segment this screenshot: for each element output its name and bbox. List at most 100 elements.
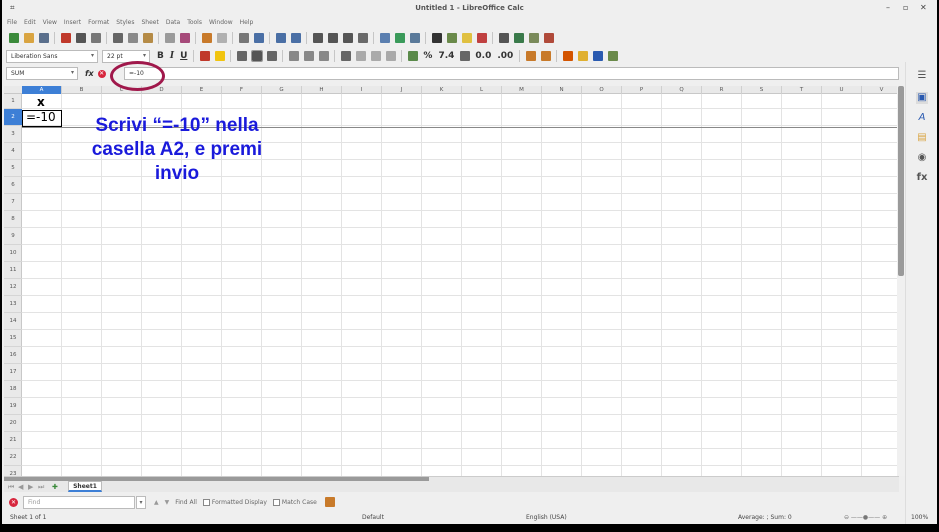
save-icon[interactable] [38, 33, 49, 43]
column-header-o[interactable]: O [582, 86, 622, 94]
conditional-format-icon[interactable] [607, 51, 618, 61]
row-header-1[interactable]: 1 [4, 94, 22, 109]
column-header-b[interactable]: B [62, 86, 102, 94]
column-header-u[interactable]: U [822, 86, 862, 94]
font-color-icon[interactable] [199, 51, 210, 61]
increase-indent-icon[interactable] [525, 51, 536, 61]
background-color-icon[interactable] [592, 51, 603, 61]
show-draw-functions-icon[interactable] [543, 33, 554, 43]
border-style-icon[interactable] [577, 51, 588, 61]
redo-icon[interactable] [216, 33, 227, 43]
find-all-button[interactable]: Find All [175, 499, 197, 506]
row-header-11[interactable]: 11 [4, 262, 22, 279]
bold-button[interactable]: B [157, 51, 164, 61]
hyperlink-icon[interactable] [446, 33, 457, 43]
date-format-icon[interactable] [459, 51, 470, 61]
functions-icon[interactable]: fx [916, 172, 928, 184]
percent-format-button[interactable]: % [423, 51, 432, 61]
header-footer-icon[interactable] [476, 33, 487, 43]
menu-styles[interactable]: Styles [116, 19, 134, 26]
autofilter-icon[interactable] [357, 33, 368, 43]
column-header-r[interactable]: R [702, 86, 742, 94]
sort-descending-icon[interactable] [342, 33, 353, 43]
undo-icon[interactable] [201, 33, 212, 43]
comment-icon[interactable] [461, 33, 472, 43]
spelling-icon[interactable] [253, 33, 264, 43]
close-button[interactable]: ✕ [920, 3, 927, 12]
column-header-v[interactable]: V [862, 86, 897, 94]
styles-icon[interactable]: A [916, 112, 928, 124]
column-icon[interactable] [290, 33, 301, 43]
match-case-checkbox[interactable]: Match Case [272, 498, 317, 506]
row-header-17[interactable]: 17 [4, 364, 22, 381]
row-header-3[interactable]: 3 [4, 126, 22, 143]
column-header-a[interactable]: A [22, 86, 62, 94]
currency-format-icon[interactable] [407, 51, 418, 61]
clear-format-icon[interactable] [179, 33, 190, 43]
maximize-button[interactable]: ▫ [903, 3, 908, 12]
find-replace-icon[interactable] [238, 33, 249, 43]
export-pdf-icon[interactable] [60, 33, 71, 43]
row-header-23[interactable]: 23 [4, 466, 22, 476]
row-header-4[interactable]: 4 [4, 143, 22, 160]
clone-format-icon[interactable] [164, 33, 175, 43]
insert-chart-icon[interactable] [394, 33, 405, 43]
name-box[interactable]: SUM ▾ [6, 67, 78, 80]
add-sheet-icon[interactable]: ✚ [52, 483, 58, 491]
row-header-8[interactable]: 8 [4, 211, 22, 228]
menu-sheet[interactable]: Sheet [142, 19, 159, 26]
paste-icon[interactable] [142, 33, 153, 43]
align-center-icon[interactable] [250, 50, 263, 62]
row-icon[interactable] [275, 33, 286, 43]
scrollbar-thumb[interactable] [898, 86, 904, 276]
copy-icon[interactable] [127, 33, 138, 43]
row-header-20[interactable]: 20 [4, 415, 22, 432]
print-preview-icon[interactable] [90, 33, 101, 43]
highlight-color-icon[interactable] [214, 51, 225, 61]
font-name-box[interactable]: Liberation Sans ▾ [6, 49, 98, 63]
merge-cells-icon[interactable] [355, 51, 366, 61]
menu-window[interactable]: Window [209, 19, 233, 26]
find-next-icon[interactable]: ▼ [165, 499, 170, 506]
column-header-h[interactable]: H [302, 86, 342, 94]
menu-format[interactable]: Format [88, 19, 109, 26]
print-icon[interactable] [75, 33, 86, 43]
add-decimal-button[interactable]: 0.0 [475, 51, 491, 61]
borders-icon[interactable] [562, 51, 573, 61]
row-header-15[interactable]: 15 [4, 330, 22, 347]
next-sheet-icon[interactable]: ▶ [28, 483, 33, 491]
open-folder-icon[interactable] [23, 33, 34, 43]
row-header-13[interactable]: 13 [4, 296, 22, 313]
column-header-m[interactable]: M [502, 86, 542, 94]
column-header-f[interactable]: F [222, 86, 262, 94]
row-header-10[interactable]: 10 [4, 245, 22, 262]
first-sheet-icon[interactable]: ⏮ [8, 483, 14, 492]
row-header-22[interactable]: 22 [4, 449, 22, 466]
align-left-icon[interactable] [236, 51, 247, 61]
italic-button[interactable]: I [170, 51, 174, 61]
vertical-scrollbar[interactable] [897, 86, 905, 476]
column-header-j[interactable]: J [382, 86, 422, 94]
new-document-icon[interactable] [8, 33, 19, 43]
column-header-q[interactable]: Q [662, 86, 702, 94]
special-character-icon[interactable] [431, 33, 442, 43]
split-window-icon[interactable] [528, 33, 539, 43]
page-style[interactable]: Default [362, 514, 384, 521]
close-find-icon[interactable]: ✕ [9, 497, 18, 507]
number-format-button[interactable]: 7.4 [438, 51, 454, 61]
menu-icon[interactable]: ☰ [916, 70, 928, 82]
column-header-l[interactable]: L [462, 86, 502, 94]
menu-view[interactable]: View [43, 19, 57, 26]
align-middle-icon[interactable] [303, 51, 314, 61]
column-header-g[interactable]: G [262, 86, 302, 94]
language[interactable]: English (USA) [526, 514, 567, 521]
menu-insert[interactable]: Insert [64, 19, 81, 26]
minimize-button[interactable]: – [886, 3, 890, 12]
column-header-s[interactable]: S [742, 86, 782, 94]
chevron-down-icon[interactable]: ▾ [136, 495, 146, 509]
column-header-k[interactable]: K [422, 86, 462, 94]
align-right-icon[interactable] [266, 51, 277, 61]
sheet-tab[interactable]: Sheet1 [68, 481, 102, 492]
column-header-i[interactable]: I [342, 86, 382, 94]
function-wizard-icon[interactable]: fx [85, 69, 94, 78]
